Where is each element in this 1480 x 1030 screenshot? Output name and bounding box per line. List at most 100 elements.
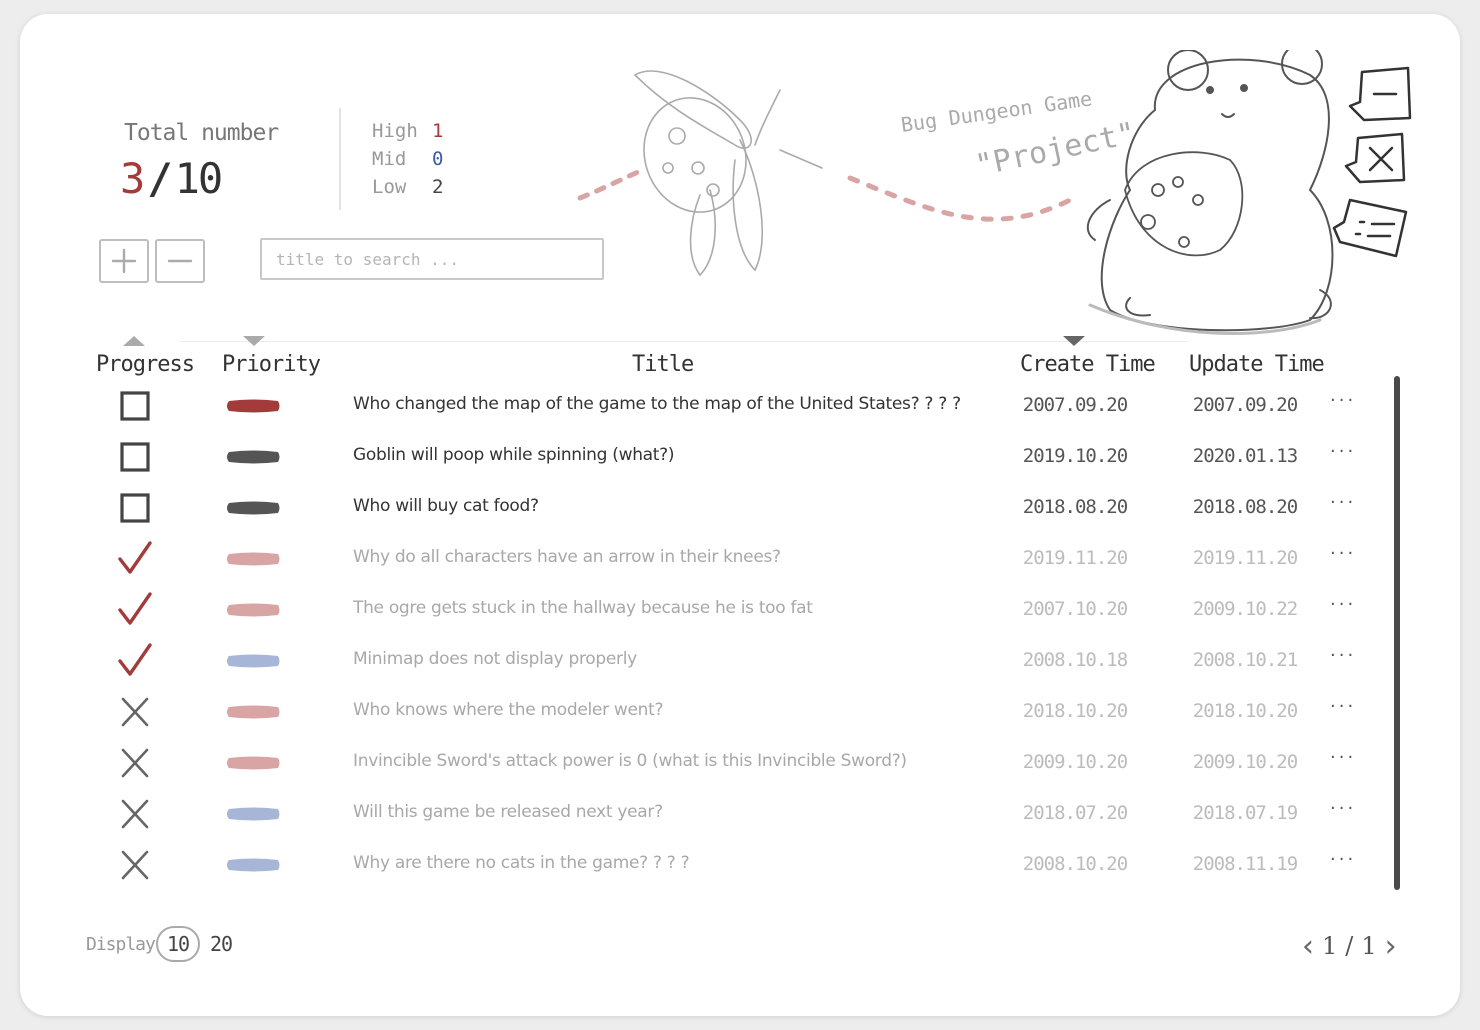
total-count: 3/10 (120, 154, 224, 203)
update-time: 2018.08.20 (1192, 496, 1298, 518)
check-icon[interactable] (117, 592, 153, 628)
priority-high-stat: High 1 (372, 120, 443, 142)
priority-mid-bar (227, 654, 280, 668)
create-time: 2018.08.20 (1022, 496, 1128, 518)
page-current: 1 (1322, 932, 1338, 960)
table-row[interactable]: Why are there no cats in the game? ? ? ?… (20, 839, 1460, 890)
total-number-label: Total number (124, 120, 279, 146)
priority-low-label: Low (372, 176, 407, 198)
cross-icon[interactable] (117, 745, 153, 781)
list-bubble-icon (1332, 198, 1408, 258)
table-row[interactable]: Who will buy cat food? 2018.08.20 2018.08.… (20, 482, 1460, 533)
sort-desc-active-icon[interactable] (1063, 336, 1085, 346)
check-icon[interactable] (117, 541, 153, 577)
more-options-icon[interactable]: ··· (1330, 696, 1356, 717)
more-options-icon[interactable]: ··· (1330, 594, 1356, 615)
chevron-right-icon[interactable]: › (1385, 929, 1397, 964)
more-options-icon[interactable]: ··· (1330, 798, 1356, 819)
display-option-10[interactable]: 10 (156, 926, 200, 962)
checkbox-empty-icon[interactable] (117, 439, 153, 475)
header-illustration: Bug Dungeon Game "Project" (577, 50, 1412, 336)
project-title-line2: "Project" (972, 116, 1138, 184)
update-time: 2020.01.13 (1192, 445, 1298, 467)
bug-title[interactable]: The ogre gets stuck in the hallway becau… (353, 598, 813, 618)
more-options-icon[interactable]: ··· (1330, 492, 1356, 513)
column-header-create-time[interactable]: Create Time (1020, 352, 1156, 377)
check-icon[interactable] (117, 643, 153, 679)
checkbox-empty-icon[interactable] (117, 490, 153, 526)
update-time: 2009.10.22 (1192, 598, 1298, 620)
stats-divider (339, 108, 341, 210)
priority-mid-bar (227, 858, 280, 872)
priority-low-stat: Low 2 (372, 176, 443, 198)
bug-title[interactable]: Who will buy cat food? (353, 496, 539, 516)
cross-icon[interactable] (117, 796, 153, 832)
create-time: 2007.09.20 (1022, 394, 1128, 416)
bug-title[interactable]: Invincible Sword's attack power is 0 (wh… (353, 751, 907, 771)
table-row[interactable]: Minimap does not display properly 2008.10… (20, 635, 1460, 686)
header-divider (180, 341, 1188, 342)
chevron-left-icon[interactable]: ‹ (1302, 929, 1314, 964)
table-row[interactable]: Who changed the map of the game to the m… (20, 380, 1460, 431)
cross-bubble-icon (1344, 132, 1406, 184)
bug-title[interactable]: Goblin will poop while spinning (what?) (353, 445, 675, 465)
table-row[interactable]: Will this game be released next year? 201… (20, 788, 1460, 839)
create-time: 2018.10.20 (1022, 700, 1128, 722)
more-options-icon[interactable]: ··· (1330, 543, 1356, 564)
table-row[interactable]: Who knows where the modeler went? 2018.10… (20, 686, 1460, 737)
table-row[interactable]: Goblin will poop while spinning (what?) 2… (20, 431, 1460, 482)
create-time: 2008.10.20 (1022, 853, 1128, 875)
plus-icon (111, 248, 137, 274)
update-time: 2018.07.19 (1192, 802, 1298, 824)
create-time: 2018.07.20 (1022, 802, 1128, 824)
pagination: ‹ 1 / 1 › (1302, 928, 1397, 964)
update-time: 2019.11.20 (1192, 547, 1298, 569)
sort-asc-icon[interactable] (123, 336, 145, 346)
update-time: 2008.10.21 (1192, 649, 1298, 671)
table-scrollbar[interactable] (1394, 376, 1400, 890)
table-row[interactable]: Why do all characters have an arrow in t… (20, 533, 1460, 584)
more-options-icon[interactable]: ··· (1330, 441, 1356, 462)
minus-icon (167, 259, 193, 263)
table-row[interactable]: The ogre gets stuck in the hallway becau… (20, 584, 1460, 635)
cross-icon[interactable] (117, 694, 153, 730)
update-time: 2018.10.20 (1192, 700, 1298, 722)
bug-title[interactable]: Why are there no cats in the game? ? ? ? (353, 853, 690, 873)
column-header-title[interactable]: Title (632, 352, 694, 377)
bug-title[interactable]: Minimap does not display properly (353, 649, 637, 669)
bug-title[interactable]: Who changed the map of the game to the m… (353, 394, 961, 414)
column-header-priority[interactable]: Priority (222, 352, 321, 377)
bug-title[interactable]: Will this game be released next year? (353, 802, 663, 822)
ladybug-icon (633, 70, 823, 277)
count-separator: / (147, 154, 172, 203)
page-separator: / (1345, 932, 1354, 960)
priority-mid-value: 0 (432, 148, 444, 170)
more-options-icon[interactable]: ··· (1330, 849, 1356, 870)
priority-high-bar (227, 603, 280, 617)
add-button[interactable] (99, 239, 149, 283)
create-time: 2007.10.20 (1022, 598, 1128, 620)
column-header-update-time[interactable]: Update Time (1189, 352, 1325, 377)
priority-low-value: 2 (432, 176, 444, 198)
page-total: 1 (1361, 932, 1377, 960)
priority-mid-stat: Mid 0 (372, 148, 443, 170)
remove-button[interactable] (155, 239, 205, 283)
create-time: 2008.10.18 (1022, 649, 1128, 671)
priority-high-label: High (372, 120, 418, 142)
priority-high-bar (227, 552, 280, 566)
priority-mid-label: Mid (372, 148, 407, 170)
display-option-20[interactable]: 20 (206, 926, 236, 962)
more-options-icon[interactable]: ··· (1330, 645, 1356, 666)
ladybug-held-icon (1124, 151, 1244, 257)
total-count-value: 10 (174, 154, 224, 203)
more-options-icon[interactable]: ··· (1330, 390, 1356, 411)
bug-title[interactable]: Who knows where the modeler went? (353, 700, 664, 720)
more-options-icon[interactable]: ··· (1330, 747, 1356, 768)
priority-high-bar (227, 705, 280, 719)
checkbox-empty-icon[interactable] (117, 388, 153, 424)
sort-desc-icon[interactable] (243, 336, 265, 346)
column-header-progress[interactable]: Progress (96, 352, 195, 377)
cross-icon[interactable] (117, 847, 153, 883)
table-row[interactable]: Invincible Sword's attack power is 0 (wh… (20, 737, 1460, 788)
bug-title[interactable]: Why do all characters have an arrow in t… (353, 547, 781, 567)
